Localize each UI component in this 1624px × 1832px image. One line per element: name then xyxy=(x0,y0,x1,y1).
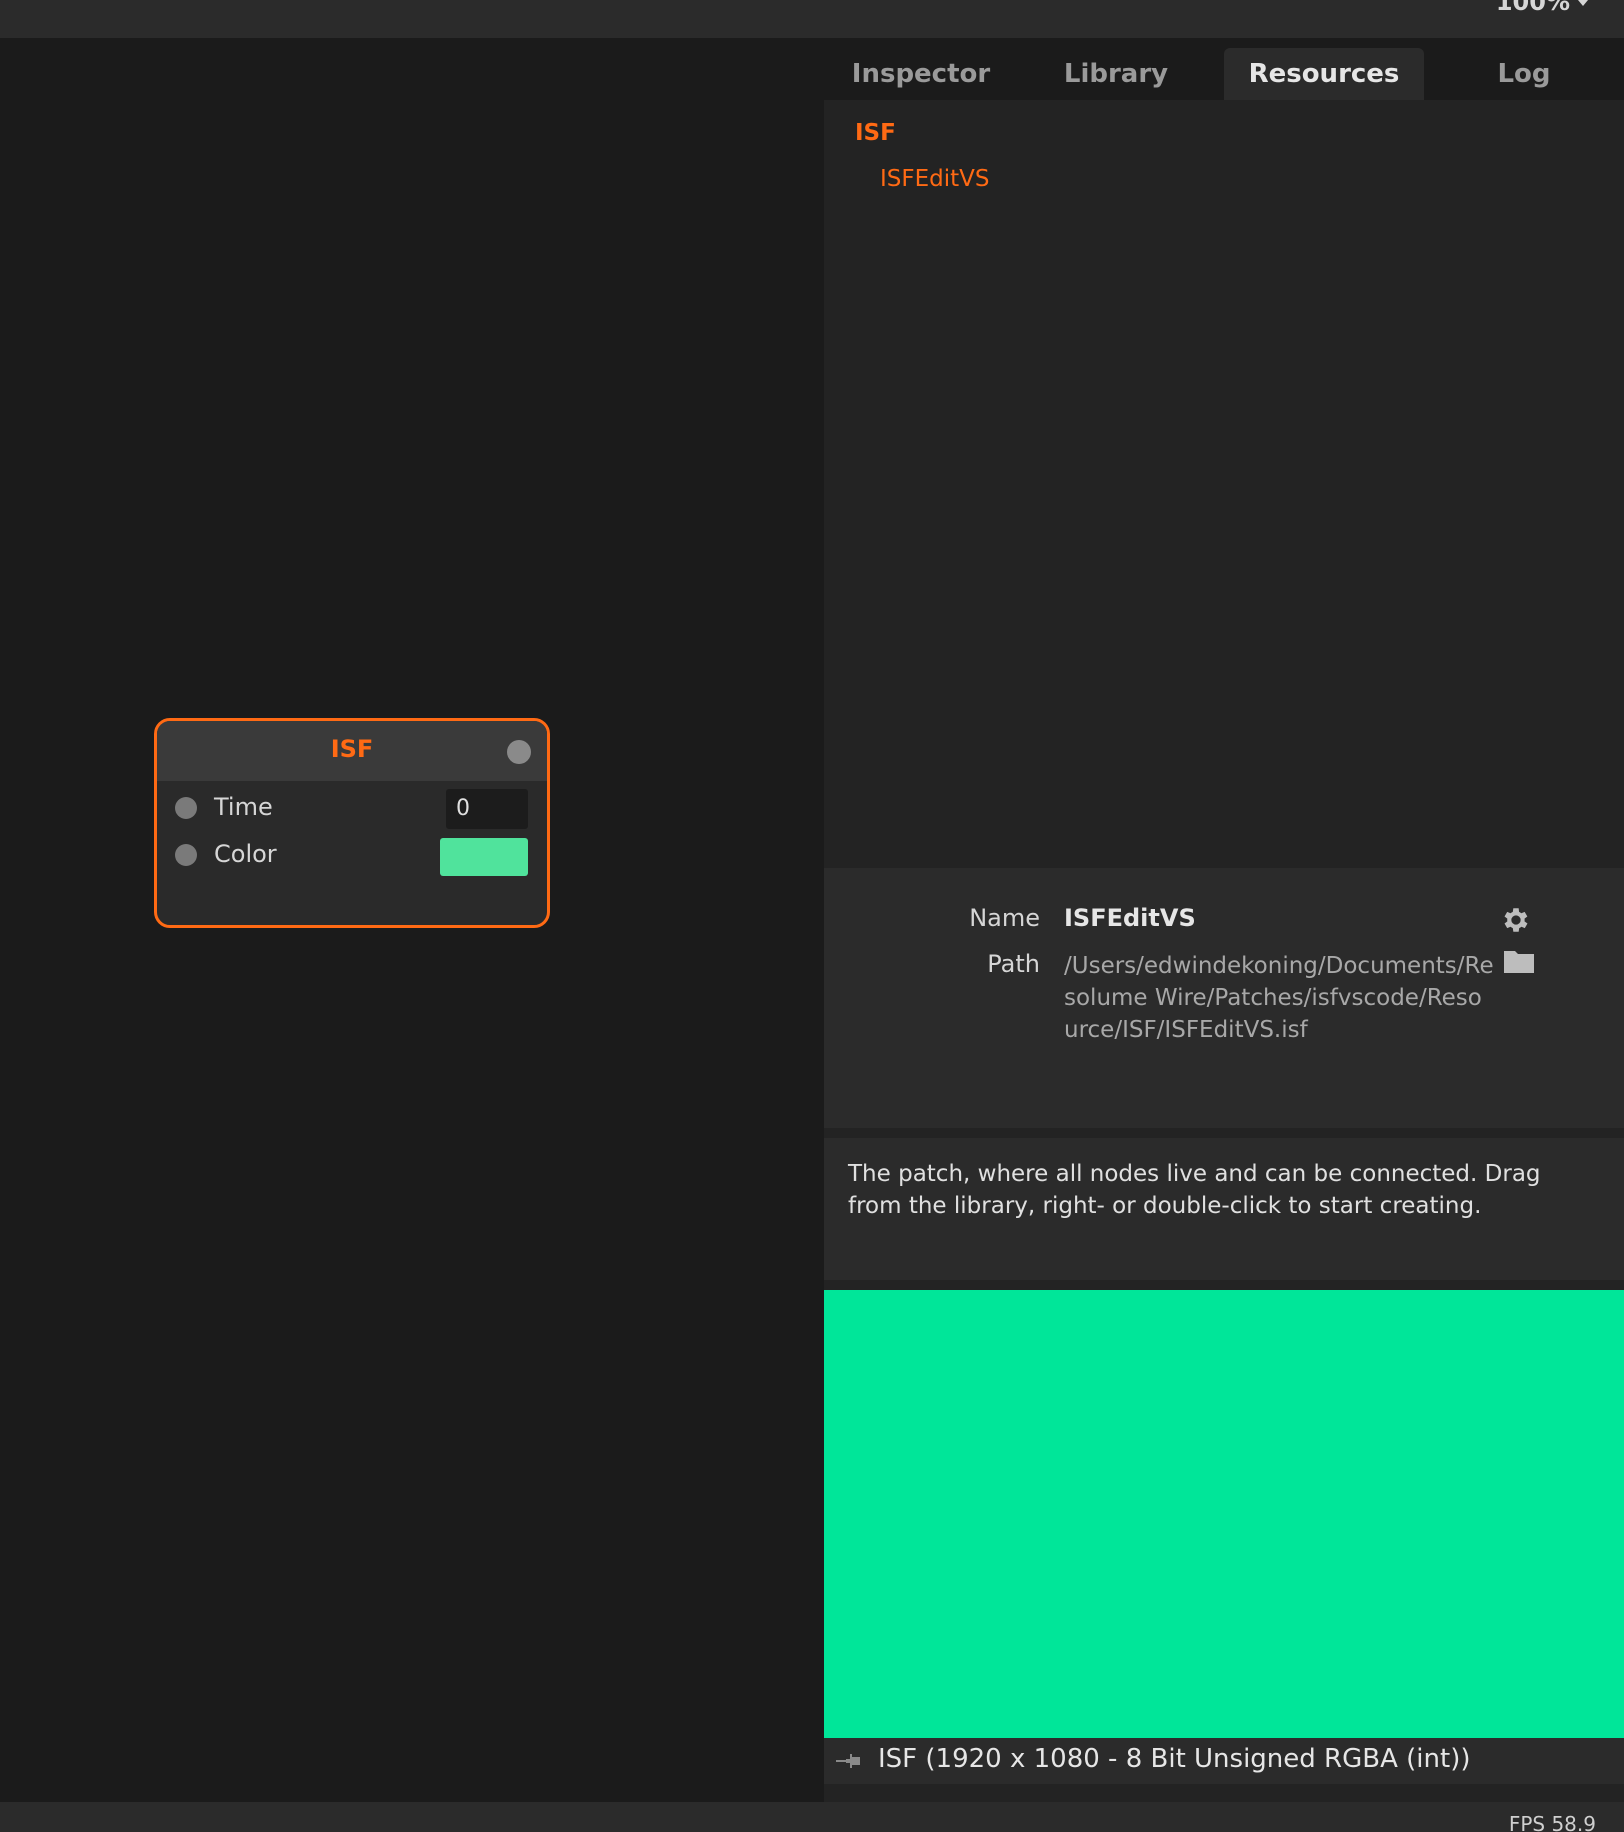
path-value: /Users/edwindekoning/Documents/Resolume … xyxy=(1064,953,1494,1043)
output-port-icon[interactable] xyxy=(507,740,531,764)
pin-icon[interactable] xyxy=(834,1750,862,1772)
preview-caption-text: ISF (1920 x 1080 - 8 Bit Unsigned RGBA (… xyxy=(878,1744,1471,1774)
tab-resources[interactable]: Resources xyxy=(1224,48,1424,100)
zoom-level[interactable]: 100% xyxy=(1496,0,1570,16)
app-window: 100% ISF Time 0 Color Inspector Library xyxy=(0,0,1624,1832)
node-title: ISF xyxy=(330,735,374,763)
resource-tree: ISF ISFEditVS xyxy=(824,100,1624,868)
input-label-time: Time xyxy=(214,793,273,821)
name-label: Name xyxy=(969,904,1040,932)
side-panel: Inspector Library Resources Log ISF ISFE… xyxy=(824,38,1624,1802)
isf-node[interactable]: ISF Time 0 Color xyxy=(154,718,550,928)
patch-canvas[interactable]: ISF Time 0 Color xyxy=(0,38,824,1802)
node-header[interactable]: ISF xyxy=(157,721,547,781)
top-toolbar: 100% xyxy=(0,0,1624,39)
tab-library[interactable]: Library xyxy=(1018,48,1214,100)
output-preview xyxy=(824,1290,1624,1738)
resource-properties: Name ISFEditVS Path /Users/edwindekoning… xyxy=(824,868,1624,1128)
preview-caption: ISF (1920 x 1080 - 8 Bit Unsigned RGBA (… xyxy=(824,1738,1624,1784)
gear-icon[interactable] xyxy=(1500,904,1532,936)
resource-item[interactable]: ISFEditVS xyxy=(880,166,990,192)
input-port-icon[interactable] xyxy=(175,797,197,819)
panel-tabs: Inspector Library Resources Log xyxy=(824,38,1624,100)
chevron-down-icon[interactable] xyxy=(1578,0,1588,6)
status-bar: FPS 58.9 xyxy=(0,1802,1624,1832)
folder-icon[interactable] xyxy=(1503,948,1535,974)
color-swatch[interactable] xyxy=(440,838,528,876)
node-input-row: Color xyxy=(157,832,547,876)
name-value: ISFEditVS xyxy=(1064,904,1196,932)
tab-inspector[interactable]: Inspector xyxy=(824,48,1018,100)
fps-readout: FPS 58.9 xyxy=(1508,1812,1596,1832)
input-port-icon[interactable] xyxy=(175,844,197,866)
input-label-color: Color xyxy=(214,840,277,868)
tab-log[interactable]: Log xyxy=(1424,48,1624,100)
time-value-field[interactable]: 0 xyxy=(446,789,528,829)
description-text: The patch, where all nodes live and can … xyxy=(848,1161,1541,1219)
path-label: Path xyxy=(987,950,1040,978)
node-input-row: Time 0 xyxy=(157,785,547,829)
help-description: The patch, where all nodes live and can … xyxy=(824,1138,1624,1280)
resource-group[interactable]: ISF xyxy=(855,120,896,146)
